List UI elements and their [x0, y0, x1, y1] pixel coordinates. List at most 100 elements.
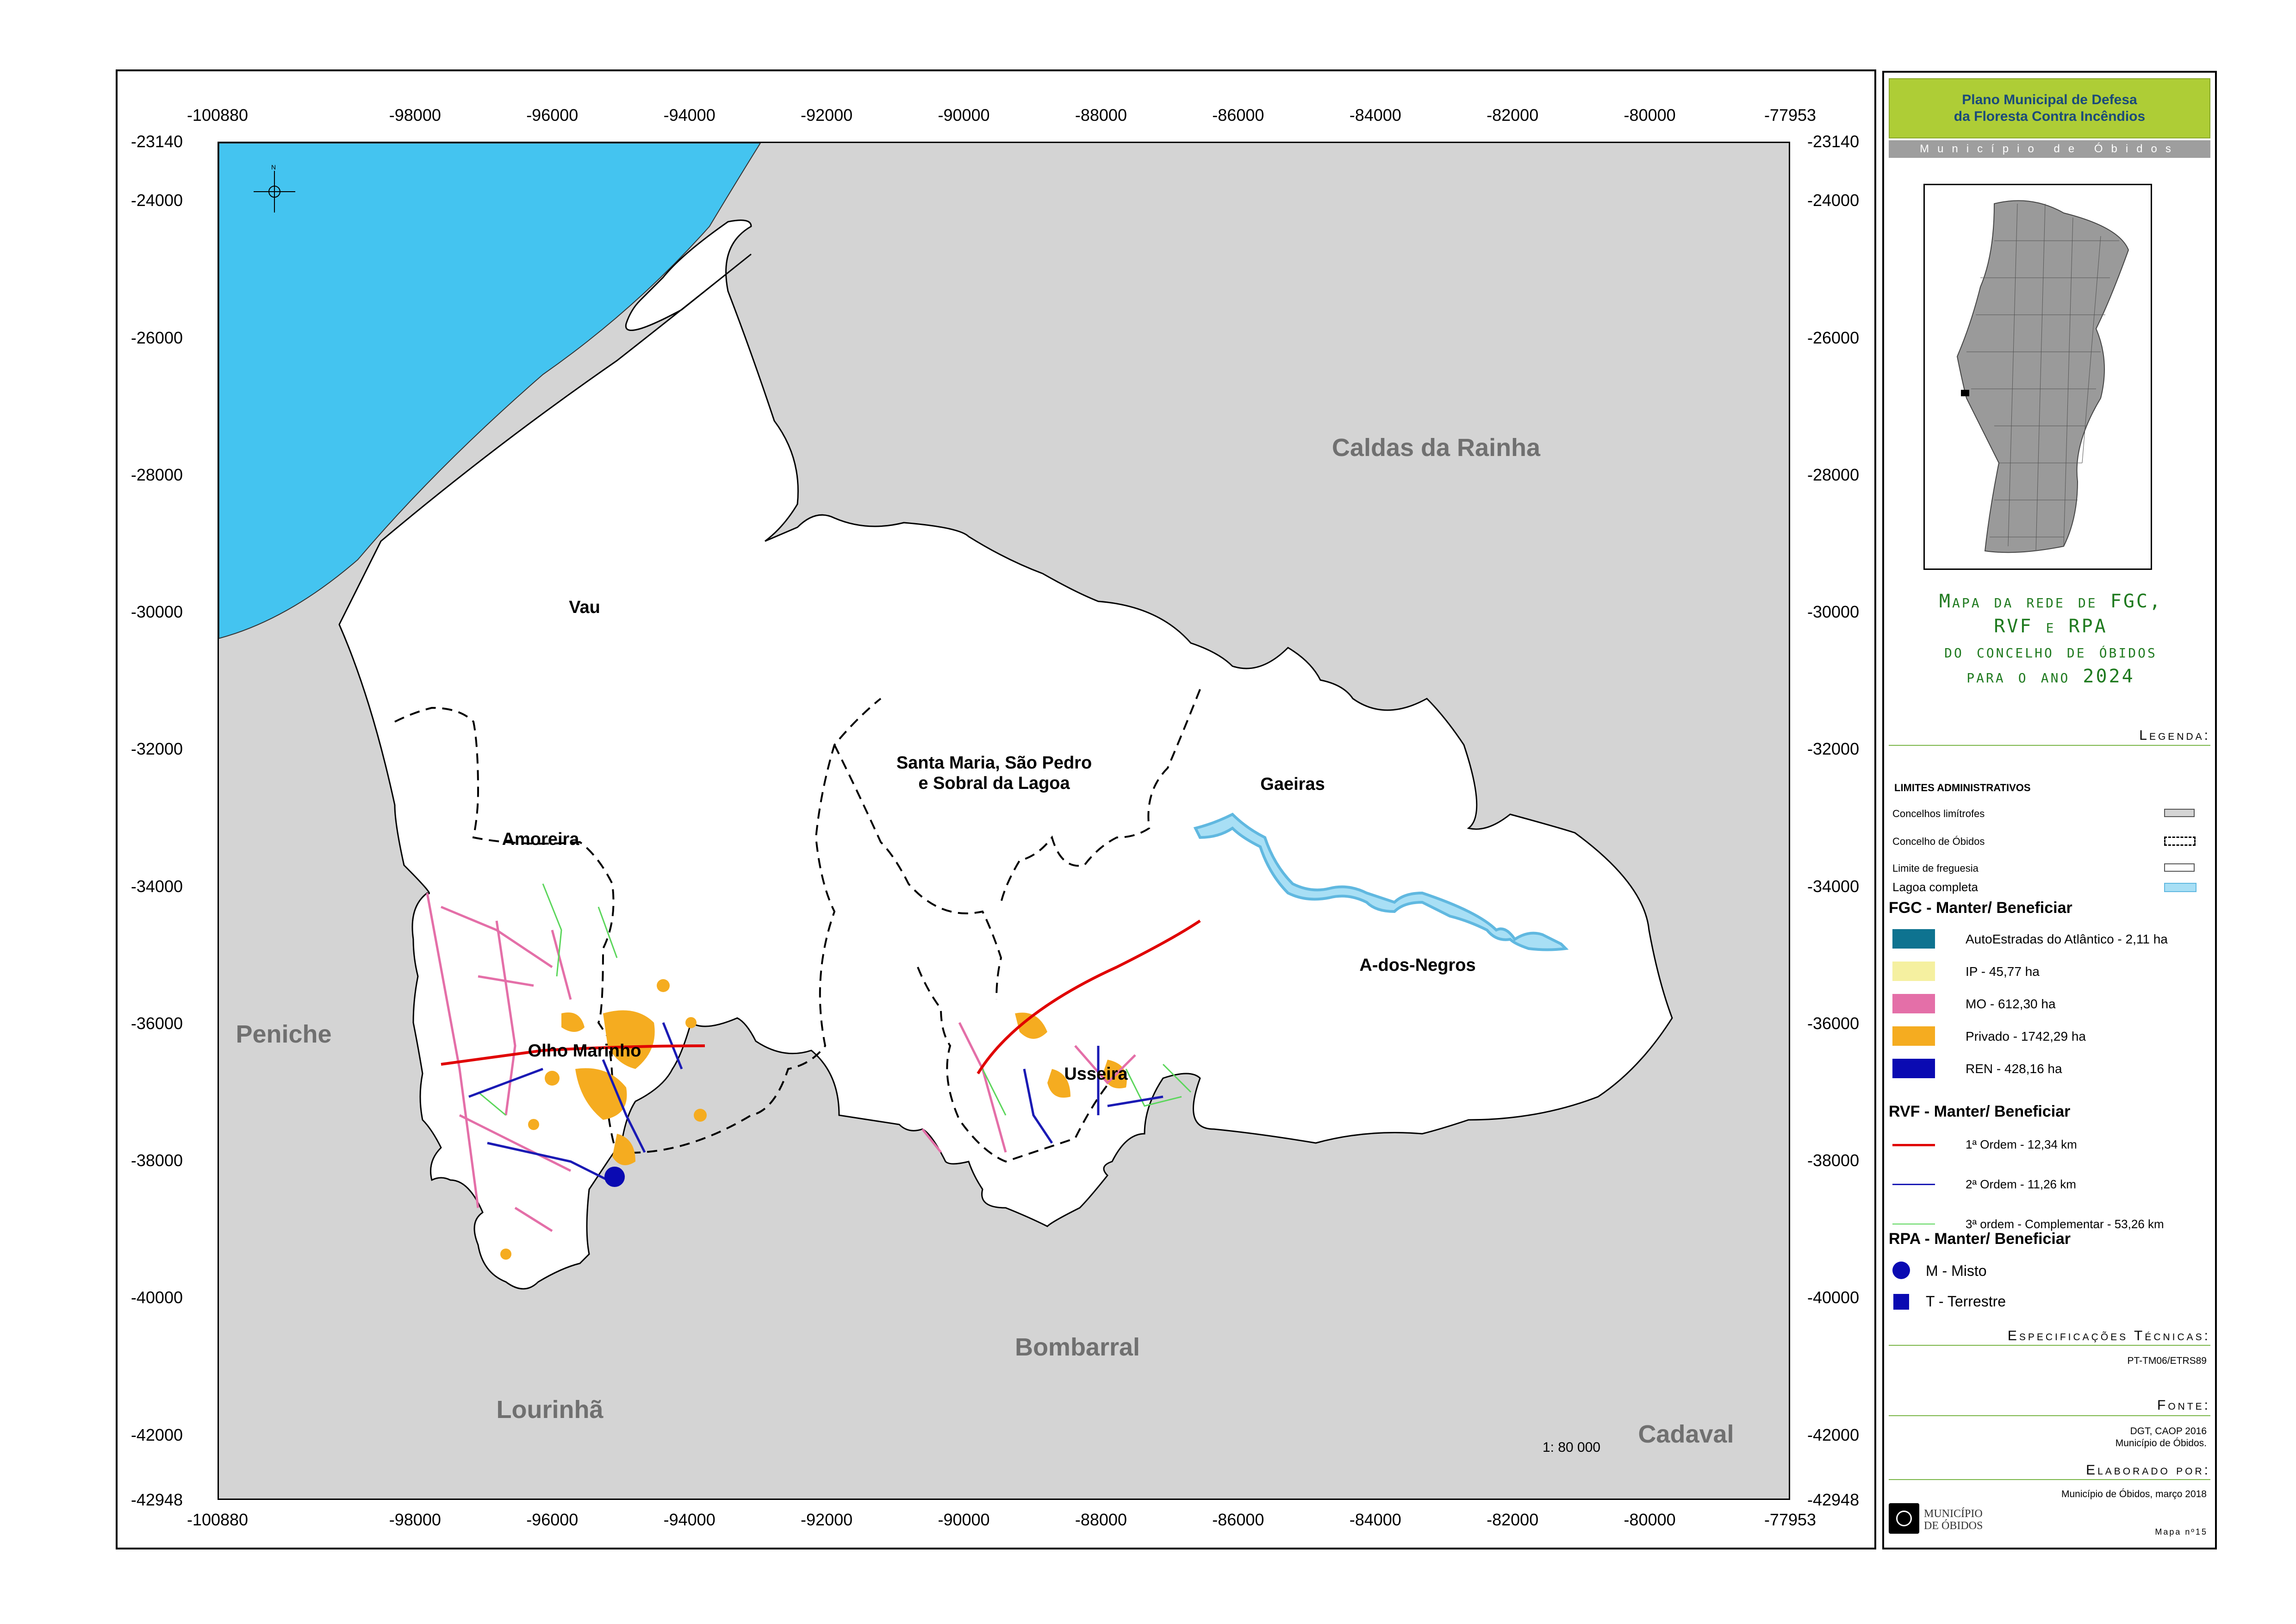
map-title-line3: do concelho de óbidos: [1944, 641, 2157, 662]
label-usseira: Usseira: [1064, 1064, 1128, 1084]
label-peniche: Peniche: [236, 1020, 332, 1048]
y-tick-left: -40000: [131, 1288, 183, 1307]
map-canvas[interactable]: N: [218, 142, 1790, 1500]
portugal-outline: [1956, 200, 2129, 553]
y-tick-right: -42000: [1807, 1425, 1860, 1444]
x-tick-top: -88000: [1075, 106, 1127, 125]
fgc-label: AutoEstradas do Atlântico - 2,11 ha: [1966, 932, 2168, 946]
source-heading: Fonte:: [2157, 1398, 2210, 1413]
x-tick-top: -92000: [801, 106, 853, 125]
author-heading: Elaborado por:: [2086, 1462, 2210, 1478]
rpa-terrestre-icon: [1893, 1294, 1909, 1310]
x-tick-bot: -88000: [1075, 1510, 1127, 1529]
fgc-swatch: [1892, 994, 1935, 1013]
fgc-label: MO - 612,30 ha: [1966, 997, 2056, 1011]
side-panel: Plano Municipal de Defesa da Floresta Co…: [1882, 71, 2217, 1549]
y-tick-left: -30000: [131, 602, 183, 622]
y-tick-left: -23140: [131, 132, 183, 151]
y-tick-right: -32000: [1807, 739, 1860, 759]
portugal-inset-map: [1923, 184, 2152, 570]
author-value: Município de Óbidos, março 2018: [2061, 1489, 2207, 1499]
rpa-terrestre-label: T - Terrestre: [1926, 1293, 2006, 1310]
admin-item-parish: Limite de freguesia: [1892, 862, 1979, 874]
fgc-label: IP - 45,77 ha: [1966, 964, 2040, 979]
fgc-swatch: [1892, 929, 1935, 949]
y-tick-left: -38000: [131, 1151, 183, 1170]
map-title-line2: RVF e RPA: [1994, 616, 2108, 637]
legend-heading: Legenda:: [2139, 728, 2210, 743]
rpa-title: RPA - Manter/ Beneficiar: [1889, 1230, 2071, 1248]
y-tick-left: -26000: [131, 328, 183, 347]
x-tick-bot: -84000: [1349, 1510, 1401, 1529]
x-tick-top: -84000: [1349, 106, 1401, 125]
x-tick-bot: -100880: [187, 1510, 249, 1529]
label-amoreira: Amoreira: [502, 830, 579, 849]
label-santa-maria: Santa Maria, São Pedro e Sobral da Lagoa: [896, 753, 1092, 793]
logo-text: MUNICÍPIO DE ÓBIDOS: [1924, 1508, 1983, 1532]
rvf-label: 2ª Ordem - 11,26 km: [1966, 1177, 2076, 1191]
x-tick-top: -86000: [1212, 106, 1264, 125]
rpa-misto-point[interactable]: [604, 1167, 625, 1187]
map-title-line1: Mapa da rede de FGC,: [1939, 591, 2163, 612]
x-tick-top: -100880: [187, 106, 249, 125]
swatch-neighbors: [2164, 809, 2195, 817]
y-tick-right: -34000: [1807, 876, 1860, 896]
map-svg: [219, 143, 1789, 1499]
x-tick-top: -96000: [526, 106, 579, 125]
x-tick-top: -82000: [1487, 106, 1539, 125]
plan-line2: da Floresta Contra Incêndios: [1954, 109, 2146, 124]
x-tick-top: -94000: [663, 106, 716, 125]
y-tick-left: -28000: [131, 465, 183, 484]
rvf-line-swatch: [1892, 1144, 1935, 1146]
label-a-dos-negros: A-dos-Negros: [1359, 956, 1476, 975]
legend-divider: [1889, 745, 2210, 746]
fgc-title: FGC - Manter/ Beneficiar: [1889, 899, 2072, 917]
y-tick-left: -42948: [131, 1490, 183, 1509]
x-tick-bot: -77953: [1764, 1510, 1817, 1529]
obidos-location-marker: [1961, 390, 1969, 396]
label-gaeiras: Gaeiras: [1260, 775, 1325, 794]
label-cadaval: Cadaval: [1638, 1420, 1734, 1448]
label-vau: Vau: [569, 598, 600, 617]
label-santa-maria-line1: Santa Maria, São Pedro: [896, 753, 1092, 773]
label-santa-maria-line2: e Sobral da Lagoa: [918, 774, 1070, 793]
y-tick-left: -36000: [131, 1013, 183, 1033]
fgc-swatch: [1892, 1026, 1935, 1046]
rvf-label: 1ª Ordem - 12,34 km: [1966, 1137, 2077, 1151]
rpa-misto-icon: [1892, 1262, 1910, 1279]
fgc-label: Privado - 1742,29 ha: [1966, 1029, 2086, 1043]
plan-line1: Plano Municipal de Defesa: [1962, 92, 2137, 107]
y-tick-left: -32000: [131, 739, 183, 759]
obidos-logo-icon: [1889, 1503, 1919, 1534]
x-tick-bot: -80000: [1624, 1510, 1676, 1529]
source-line1: DGT, CAOP 2016: [2130, 1426, 2207, 1437]
swatch-lagoon: [2164, 883, 2196, 892]
y-tick-right: -36000: [1807, 1013, 1860, 1033]
map-title-line4: para o ano 2024: [1966, 666, 2135, 687]
x-tick-top: -77953: [1764, 106, 1817, 125]
x-tick-bot: -82000: [1487, 1510, 1539, 1529]
y-tick-right: -26000: [1807, 328, 1860, 347]
swatch-obidos: [2164, 837, 2196, 846]
admin-item-neighbors: Concelhos limítrofes: [1892, 808, 1985, 819]
rvf-title: RVF - Manter/ Beneficiar: [1889, 1103, 2071, 1120]
scale-label: 1: 80 000: [1543, 1440, 1601, 1455]
y-tick-right: -40000: [1807, 1288, 1860, 1307]
rvf-label: 3ª ordem - Complementar - 53,26 km: [1966, 1217, 2164, 1231]
label-caldas-da-rainha: Caldas da Rainha: [1332, 434, 1541, 462]
y-tick-left: -24000: [131, 191, 183, 210]
y-tick-left: -34000: [131, 876, 183, 896]
x-tick-bot: -94000: [663, 1510, 716, 1529]
label-olho-marinho: Olho Marinho: [528, 1041, 641, 1061]
y-tick-right: -28000: [1807, 465, 1860, 484]
specs-value: PT-TM06/ETRS89: [2127, 1355, 2207, 1366]
label-bombarral: Bombarral: [1014, 1333, 1140, 1361]
admin-item-obidos: Concelho de Óbidos: [1892, 836, 1985, 847]
portugal-inset-svg: [1956, 200, 2129, 553]
y-tick-right: -30000: [1807, 602, 1860, 622]
y-tick-right: -23140: [1807, 132, 1860, 151]
source-divider-top: [1889, 1415, 2210, 1416]
x-tick-bot: -86000: [1212, 1510, 1264, 1529]
fgc-label: REN - 428,16 ha: [1966, 1062, 2062, 1076]
x-tick-bot: -92000: [801, 1510, 853, 1529]
